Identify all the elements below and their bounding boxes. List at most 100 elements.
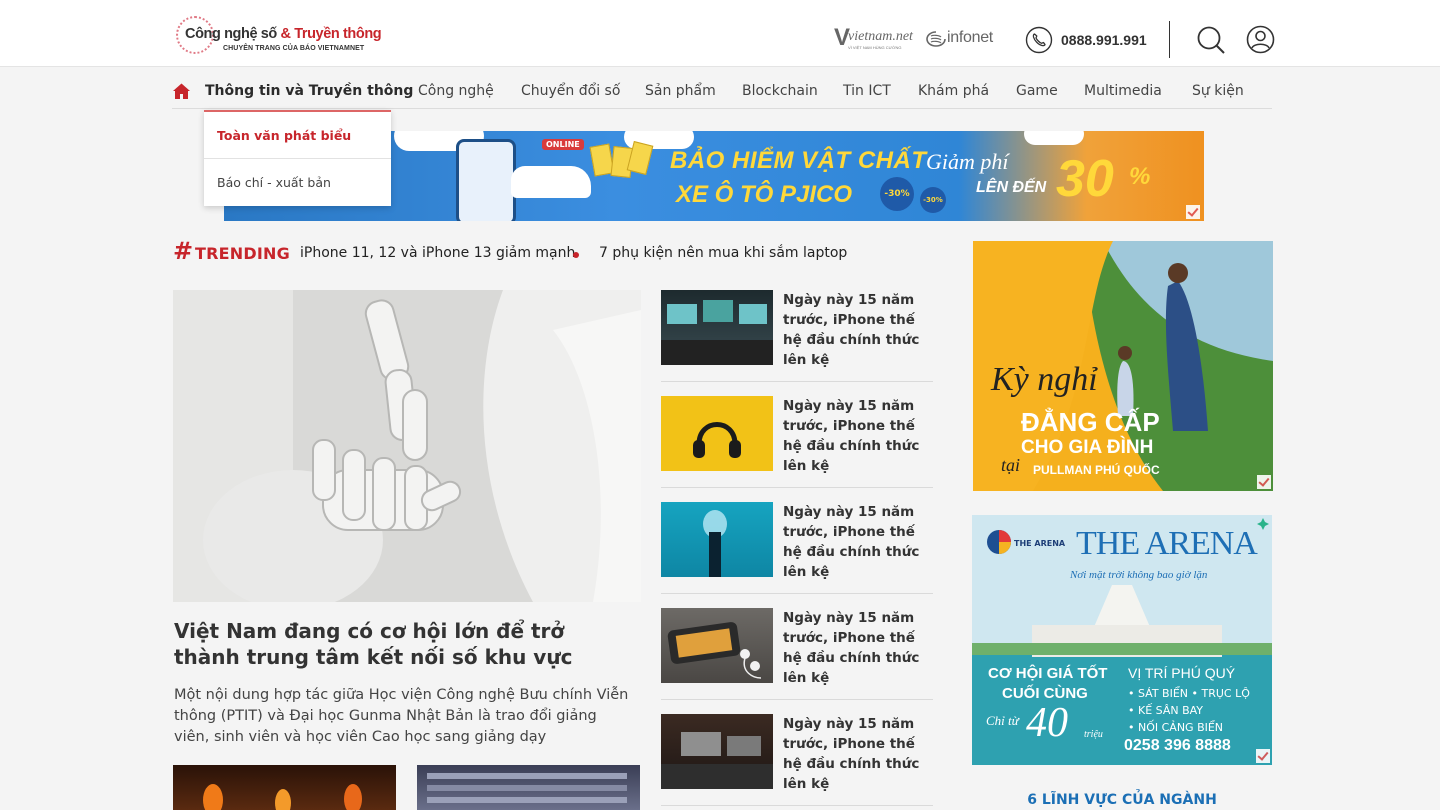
arena-price: 40 — [1026, 700, 1068, 746]
nav-item-kham-pha[interactable]: Khám phá — [918, 83, 989, 99]
arena-logo-icon — [987, 530, 1011, 554]
hotline-number: 0888.991.991 — [1061, 32, 1147, 48]
nav-item-multimedia[interactable]: Multimedia — [1084, 83, 1162, 99]
trending-label: TRENDING — [195, 244, 290, 263]
vietnamnet-link[interactable]: V vietnam.net VÌ VIỆT NAM HÙNG CƯỜNG — [834, 24, 913, 52]
logo-subtitle: CHUYÊN TRANG CỦA BÁO VIETNAMNET — [223, 45, 365, 52]
ad-the-arena[interactable]: THE ARENA THE ARENA Nơi mặt trời không b… — [972, 515, 1272, 765]
arena-bullet: • KẾ SÂN BAY — [1128, 704, 1204, 717]
side-article-thumbnail — [661, 290, 773, 365]
pullman-subheadline: CHO GIA ĐÌNH — [1021, 437, 1154, 458]
nav-item-san-pham[interactable]: Sản phẩm — [645, 83, 716, 99]
main-article-summary: Một nội dung hợp tác giữa Học viện Công … — [174, 687, 629, 745]
site-logo[interactable]: Công nghệ số & Truyền thông CHUYÊN TRANG… — [176, 16, 382, 58]
side-article[interactable]: Ngày này 15 năm trước, iPhone thế hệ đầu… — [661, 608, 933, 700]
side-article-thumbnail — [661, 714, 773, 789]
section-heading[interactable]: 6 LĨNH VỰC CỦA NGÀNH — [972, 792, 1272, 808]
dropdown-item-bao-chi-xuat-ban[interactable]: Báo chí - xuất bản — [217, 175, 331, 190]
dropdown-item-toan-van-phat-bieu[interactable]: Toàn văn phát biểu — [217, 128, 351, 143]
arena-slogan: Nơi mặt trời không bao giờ lặn — [1070, 569, 1208, 581]
hashtag-icon: # — [173, 237, 194, 265]
side-article-thumbnail — [661, 502, 773, 577]
user-account-icon[interactable] — [1246, 25, 1275, 54]
banner-online-tag: ONLINE — [542, 139, 584, 150]
side-article[interactable]: Ngày này 15 năm trước, iPhone thế hệ đầu… — [661, 502, 933, 594]
ad-sponsor-icon[interactable] — [1256, 517, 1270, 531]
main-nav: Thông tin và Truyền thông Công nghệ Chuy… — [172, 78, 1272, 109]
control-room-graphic — [661, 300, 773, 365]
trending-separator-dot — [573, 252, 579, 258]
arena-trieu: triệu — [1084, 729, 1103, 740]
pullman-script-text: Kỳ nghỉ — [991, 361, 1098, 398]
search-icon[interactable] — [1196, 25, 1226, 55]
article-thumbnail[interactable] — [173, 765, 396, 810]
banner-percent-sign: % — [1129, 163, 1151, 190]
side-article[interactable]: Ngày này 15 năm trước, iPhone thế hệ đầu… — [661, 396, 933, 488]
candles-thumbnail-graphic — [203, 784, 362, 810]
nav-item-su-kien[interactable]: Sự kiện — [1192, 83, 1244, 99]
arena-location-title: VỊ TRÍ PHÚ QUÝ — [1128, 665, 1236, 681]
banner-product: XE Ô TÔ PJICO — [676, 181, 853, 208]
main-article-image[interactable] — [173, 290, 641, 602]
banner-headline: BẢO HIỂM VẬT CHẤT — [670, 147, 927, 174]
arena-phone: 0258 396 8888 — [1124, 737, 1231, 754]
nav-item-blockchain[interactable]: Blockchain — [742, 83, 818, 99]
side-article-title: Ngày này 15 năm trước, iPhone thế hệ đầu… — [783, 504, 920, 580]
pullman-tai: tại — [1001, 455, 1021, 475]
side-article-title: Ngày này 15 năm trước, iPhone thế hệ đầu… — [783, 716, 920, 792]
trending-bar: # TRENDING iPhone 11, 12 và iPhone 13 gi… — [173, 237, 953, 266]
side-article-divider — [661, 805, 933, 806]
banner-car-graphic — [511, 166, 591, 198]
vietnamnet-label: vietnam.net — [848, 29, 913, 44]
trending-link[interactable]: 7 phụ kiện nên mua khi sắm laptop — [599, 245, 847, 261]
phone-icon — [1025, 26, 1053, 54]
infonet-label: infonet — [947, 29, 993, 46]
robot-hand-illustration — [173, 290, 641, 602]
side-article[interactable]: Ngày này 15 năm trước, iPhone thế hệ đầu… — [661, 714, 933, 806]
pullman-headline: ĐẲNG CẤP — [1021, 407, 1160, 437]
pullman-location: PULLMAN PHÚ QUỐC — [1033, 463, 1160, 477]
home-icon[interactable] — [172, 82, 191, 101]
arena-title: THE ARENA — [1076, 525, 1258, 562]
arena-bullet: • NỐI CẢNG BIỂN — [1128, 721, 1224, 734]
infonet-link[interactable]: infonet — [926, 26, 1002, 52]
site-header: Công nghệ số & Truyền thông CHUYÊN TRANG… — [0, 0, 1440, 67]
ad-choices-icon[interactable] — [1256, 749, 1270, 763]
trending-link[interactable]: iPhone 11, 12 và iPhone 13 giảm mạnh — [300, 245, 575, 261]
nav-item-tin-ict[interactable]: Tin ICT — [843, 83, 891, 99]
equipment-thumbnail-graphic — [427, 773, 627, 803]
banner-giam-phi: Giảm phí — [926, 149, 1009, 174]
hotline[interactable]: 0888.991.991 — [1025, 26, 1147, 54]
nav-dropdown-menu: Toàn văn phát biểu Báo chí - xuất bản — [204, 110, 391, 206]
side-article-title: Ngày này 15 năm trước, iPhone thế hệ đầu… — [783, 292, 920, 368]
nav-item-thong-tin-truyen-thong[interactable]: Thông tin và Truyền thông — [205, 83, 413, 99]
nav-item-chuyen-doi-so[interactable]: Chuyển đổi số — [521, 83, 620, 99]
hand-light-graphic — [703, 510, 727, 577]
infonet-logo-icon — [926, 31, 946, 47]
side-article[interactable]: Ngày này 15 năm trước, iPhone thế hệ đầu… — [661, 290, 933, 382]
arena-bullet: • SÁT BIỂN • TRỤC LỘ — [1128, 687, 1250, 700]
banner-cloud-decoration — [1024, 131, 1084, 145]
arena-logo-text: THE ARENA — [1014, 539, 1066, 548]
side-article-divider — [661, 487, 933, 488]
side-article-title: Ngày này 15 năm trước, iPhone thế hệ đầu… — [783, 610, 920, 686]
nav-item-game[interactable]: Game — [1016, 83, 1058, 99]
article-thumbnail[interactable] — [417, 765, 640, 810]
side-article-thumbnail — [661, 396, 773, 471]
side-article-divider — [661, 699, 933, 700]
header-divider — [1169, 21, 1170, 58]
side-article-title: Ngày này 15 năm trước, iPhone thế hệ đầu… — [783, 398, 920, 474]
ad-choices-icon[interactable] — [1186, 205, 1200, 219]
nav-item-cong-nghe[interactable]: Công nghệ — [418, 83, 494, 99]
banner-discount-badge-small: -30% — [920, 187, 946, 213]
banner-discount-value: 30 — [1056, 150, 1114, 208]
arena-chi-tu: Chỉ từ — [986, 713, 1019, 728]
main-article-title[interactable]: Việt Nam đang có cơ hội lớn để trở thành… — [174, 618, 634, 670]
ad-pullman-phu-quoc[interactable]: Kỳ nghỉ ĐẲNG CẤP CHO GIA ĐÌNH tại PULLMA… — [973, 241, 1273, 491]
arena-offer-line1: CƠ HỘI GIÁ TỐT — [988, 665, 1108, 682]
side-article-divider — [661, 381, 933, 382]
studio-graphic — [661, 732, 773, 789]
banner-discount-badge: -30% — [880, 177, 914, 211]
ad-choices-icon[interactable] — [1257, 475, 1271, 489]
banner-len-den: LÊN ĐẾN — [976, 179, 1047, 196]
